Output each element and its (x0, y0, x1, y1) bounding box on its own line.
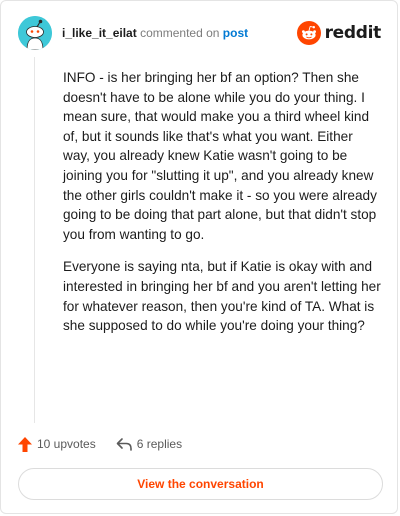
replies-count[interactable]: 6 replies (116, 437, 182, 451)
snoo-avatar-icon (18, 16, 52, 50)
comment-footer: 10 upvotes 6 replies (18, 433, 182, 455)
upvote-arrow-icon (18, 436, 32, 452)
reddit-alien-icon (296, 21, 321, 45)
replies-label: 6 replies (136, 437, 183, 451)
upvotes-count[interactable]: 10 upvotes (18, 436, 96, 452)
comment-header: i_like_it_eilat commented on post reddit (18, 16, 381, 50)
reddit-logo[interactable]: reddit (296, 20, 382, 46)
comment-byline: i_like_it_eilat commented on post (62, 26, 248, 40)
post-link[interactable]: post (223, 26, 248, 40)
comment-paragraph: Everyone is saying nta, but if Katie is … (63, 259, 381, 334)
view-conversation-button[interactable]: View the conversation (18, 468, 383, 500)
reddit-wordmark: reddit (324, 23, 382, 43)
user-avatar[interactable] (18, 16, 52, 50)
upvotes-label: 10 upvotes (37, 437, 96, 451)
comment-body: INFO - is her bringing her bf an option?… (63, 68, 381, 349)
reply-arrow-icon (116, 438, 132, 451)
comment-embed-card: i_like_it_eilat commented on post reddit… (0, 0, 398, 514)
commented-on-text: commented on (140, 26, 220, 40)
username-link[interactable]: i_like_it_eilat (62, 26, 137, 40)
thread-line (34, 57, 35, 423)
comment-paragraph: INFO - is her bringing her bf an option?… (63, 70, 377, 242)
